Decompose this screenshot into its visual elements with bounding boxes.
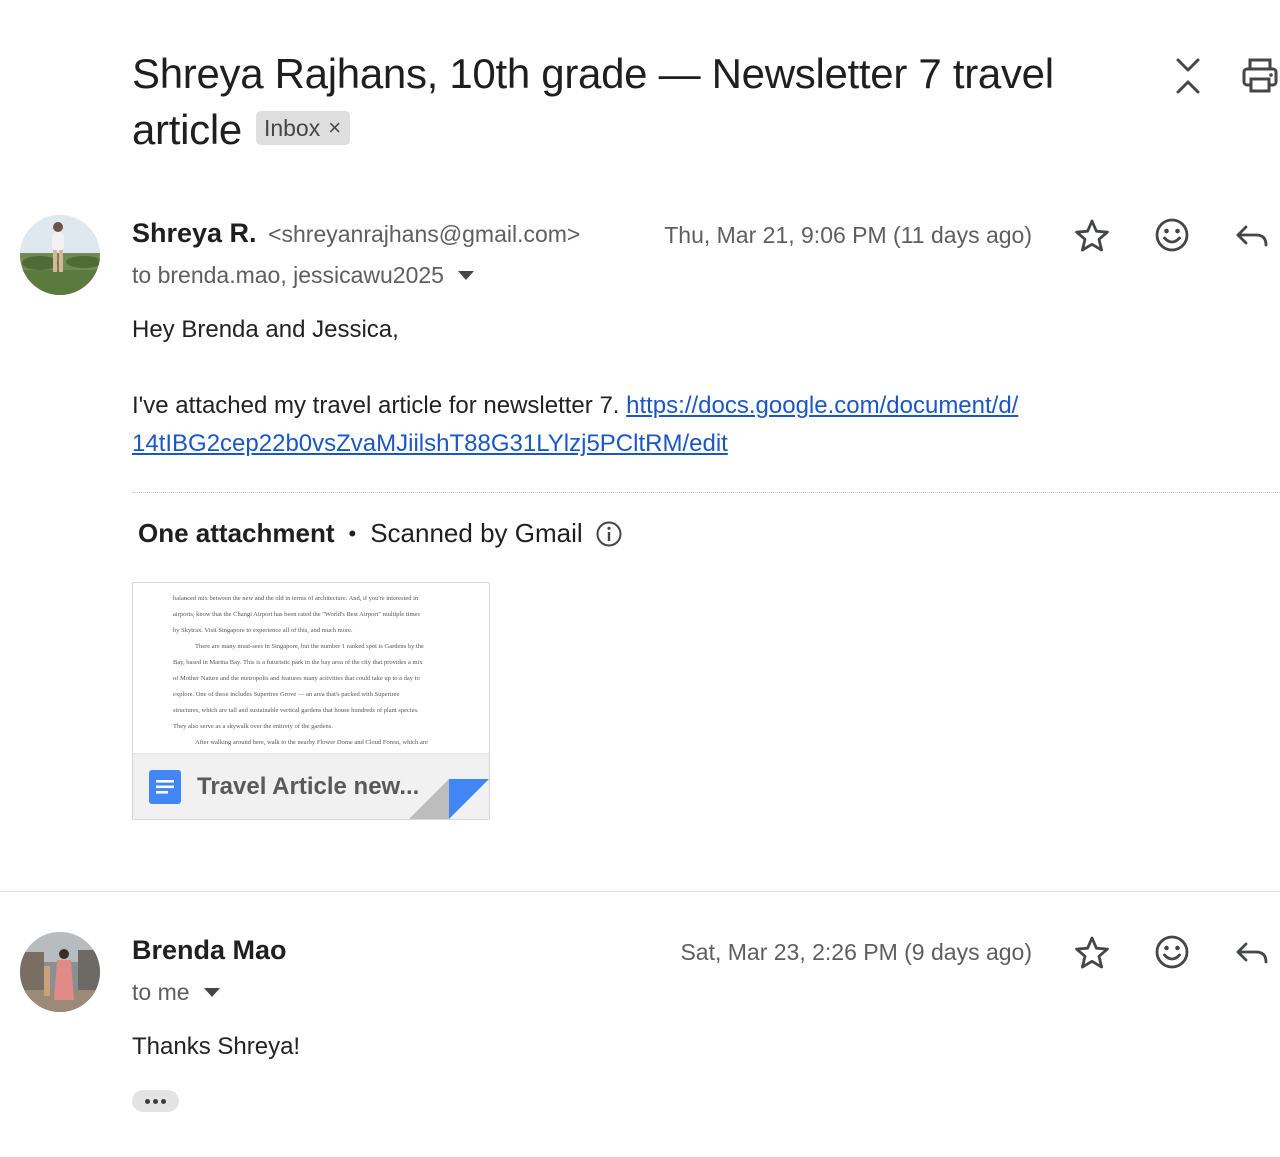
show-details-caret-icon[interactable] (203, 988, 220, 997)
star-icon[interactable] (1072, 216, 1112, 256)
label-chip-text: Inbox (263, 115, 321, 141)
recipients-text: to brenda.mao, jessicawu2025 (132, 262, 444, 288)
show-trimmed-content-button[interactable] (132, 1090, 179, 1112)
reply-icon[interactable] (1232, 216, 1272, 256)
message-body: Thanks Shreya! (132, 1033, 301, 1060)
recipients-line: to brenda.mao, jessicawu2025 (132, 262, 474, 289)
sender-name: Brenda Mao (132, 935, 287, 965)
preview-line: explore. One of these includes Supertree… (173, 691, 400, 698)
scanned-label: Scanned by Gmail (370, 518, 583, 548)
star-icon[interactable] (1072, 933, 1112, 973)
preview-line: balanced mix between the new and the old… (173, 595, 419, 602)
message-greeting: Hey Brenda and Jessica, (132, 316, 399, 343)
emoji-reaction-icon[interactable] (1152, 932, 1192, 972)
sender-email: <shreyanrajhans@gmail.com> (268, 221, 581, 247)
link-line-2: 14tIBG2cep22b0vsZvaMJiilshT88G31LYlzj5PC… (132, 430, 728, 457)
preview-line: Bay, based in Marina Bay. This is a futu… (173, 659, 423, 666)
dot (153, 1098, 158, 1104)
sender-name: Shreya R. (132, 218, 257, 248)
attachment-file-name: Travel Article new... (197, 772, 420, 800)
dot (145, 1098, 150, 1104)
dot (161, 1098, 166, 1104)
reply-icon[interactable] (1232, 933, 1272, 973)
link-line-1: https://docs.google.com/document/d/ (626, 392, 1019, 419)
attachments-count: One attachment (138, 518, 335, 548)
message-divider (0, 891, 1280, 892)
preview-line: After walking around here, walk to the n… (195, 739, 428, 746)
attachment-preview: balanced mix between the new and the old… (133, 583, 489, 753)
remove-label-icon[interactable]: × (328, 111, 341, 145)
preview-line: airports, know that the Changi Airport h… (173, 611, 420, 618)
avatar-shreya[interactable] (20, 215, 100, 295)
message-date: Thu, Mar 21, 9:06 PM (11 days ago) (664, 222, 1032, 248)
preview-line: of Mother Nature and the metropolis and … (173, 675, 420, 682)
preview-line: by Skytrax. Visit Singapore to experienc… (173, 627, 353, 634)
show-details-caret-icon[interactable] (457, 271, 474, 280)
attachments-header: One attachment • Scanned by Gmail (138, 518, 623, 549)
body-text: I've attached my travel article for news… (132, 392, 620, 419)
preview-line: structures, which are tall and sustainab… (173, 707, 419, 714)
email-thread-view: Shreya Rajhans, 10th grade — Newsletter … (0, 0, 1280, 1157)
emoji-reaction-icon[interactable] (1152, 215, 1192, 255)
attachment-divider (132, 492, 1280, 493)
print-icon[interactable] (1240, 54, 1280, 98)
header-separator: • (348, 520, 357, 546)
attachment-card[interactable]: balanced mix between the new and the old… (132, 582, 490, 820)
inbox-label-chip[interactable]: Inbox × (255, 111, 351, 145)
preview-line: There are many must-sees in Singapore, b… (195, 643, 424, 650)
message-body: I've attached my travel article for news… (132, 387, 1132, 463)
sender-brenda[interactable]: Brenda Mao (132, 935, 287, 966)
page-fold-corner (409, 779, 489, 819)
thread-subject: Shreya Rajhans, 10th grade — Newsletter … (132, 46, 1112, 158)
message-date: Sat, Mar 23, 2:26 PM (9 days ago) (680, 939, 1032, 965)
google-docs-icon (149, 769, 181, 804)
recipients-line: to me (132, 979, 220, 1006)
avatar-brenda[interactable] (20, 932, 100, 1012)
preview-line: They also serve as a skywalk over the en… (173, 723, 333, 730)
collapse-all-icon[interactable] (1168, 54, 1208, 98)
recipients-text: to me (132, 979, 190, 1005)
info-icon[interactable] (595, 520, 623, 548)
sender-shreya[interactable]: Shreya R. <shreyanrajhans@gmail.com> (132, 218, 580, 249)
